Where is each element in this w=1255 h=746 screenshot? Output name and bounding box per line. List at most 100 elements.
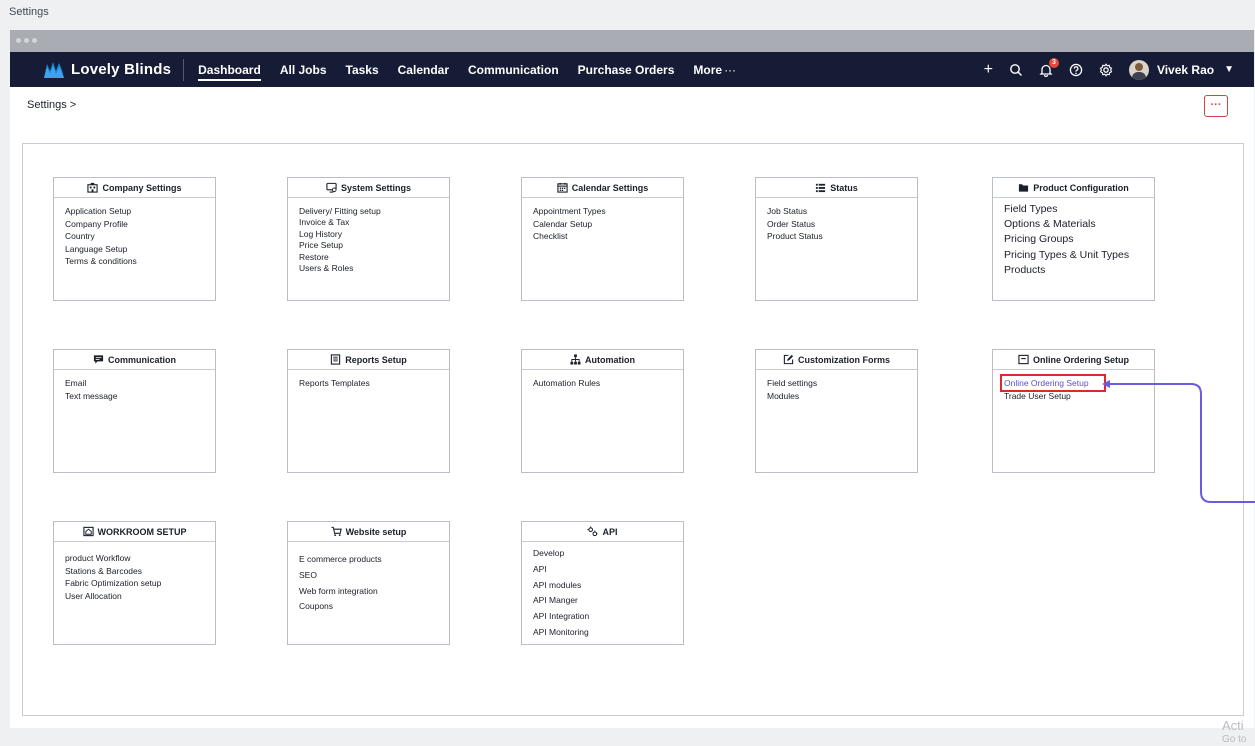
- link-calendar-setup[interactable]: Calendar Setup: [533, 218, 683, 231]
- building-icon: [87, 182, 99, 193]
- link-automation-rules[interactable]: Automation Rules: [533, 377, 683, 390]
- link-coupons[interactable]: Coupons: [299, 599, 449, 615]
- link-products[interactable]: Products: [1004, 263, 1154, 278]
- card-online-ordering-setup: Online Ordering Setup Online Ordering Se…: [992, 349, 1155, 473]
- link-checklist[interactable]: Checklist: [533, 230, 683, 243]
- card-reports-setup: Reports Setup Reports Templates: [287, 349, 450, 473]
- link-api-integration[interactable]: API Integration: [533, 609, 683, 625]
- link-product-workflow[interactable]: product Workflow: [65, 552, 215, 565]
- link-api-monitoring[interactable]: API Monitoring: [533, 625, 683, 641]
- card-title: Reports Setup: [345, 354, 407, 365]
- link-language-setup[interactable]: Language Setup: [65, 243, 215, 256]
- help-icon[interactable]: [1069, 63, 1083, 77]
- link-e-commerce-products[interactable]: E commerce products: [299, 552, 449, 568]
- nav-purchase-orders[interactable]: Purchase Orders: [578, 63, 675, 77]
- page-label: Settings: [9, 6, 49, 18]
- link-online-ordering-setup[interactable]: Online Ordering Setup: [1000, 374, 1154, 392]
- link-appointment-types[interactable]: Appointment Types: [533, 205, 683, 218]
- link-api[interactable]: API: [533, 562, 683, 578]
- add-icon[interactable]: +: [984, 61, 993, 79]
- nav-tasks[interactable]: Tasks: [346, 63, 379, 77]
- settings-gear-icon[interactable]: [1099, 62, 1113, 77]
- card-title: Status: [830, 182, 858, 193]
- more-dots-icon: ···: [724, 62, 737, 77]
- card-links: E commerce products SEO Web form integra…: [288, 542, 449, 615]
- nav-more[interactable]: More ···: [693, 63, 736, 77]
- watermark-line2: Go to: [1222, 734, 1247, 745]
- link-email[interactable]: Email: [65, 377, 215, 390]
- link-stations-barcodes[interactable]: Stations & Barcodes: [65, 565, 215, 578]
- link-log-history[interactable]: Log History: [299, 227, 449, 241]
- nav-all-jobs[interactable]: All Jobs: [280, 63, 327, 77]
- breadcrumb[interactable]: Settings >: [27, 99, 76, 111]
- window-dot[interactable]: [16, 38, 21, 43]
- link-job-status[interactable]: Job Status: [767, 205, 917, 218]
- settings-main: Company Settings Application Setup Compa…: [10, 124, 1254, 728]
- card-title: API: [602, 526, 618, 537]
- card-header: Customization Forms: [756, 350, 917, 370]
- nav-communication[interactable]: Communication: [468, 63, 559, 77]
- card-header: Communication: [54, 350, 215, 370]
- link-invoice-tax[interactable]: Invoice & Tax: [299, 217, 449, 227]
- link-application-setup[interactable]: Application Setup: [65, 205, 215, 218]
- link-options-materials[interactable]: Options & Materials: [1004, 217, 1154, 232]
- card-links: Field Types Options & Materials Pricing …: [993, 198, 1154, 278]
- card-header: WORKROOM SETUP: [54, 522, 215, 542]
- monitor-settings-icon: [326, 182, 337, 193]
- card-links: Field settings Modules: [756, 370, 917, 402]
- notification-bell-icon[interactable]: 3: [1039, 57, 1059, 77]
- link-users-roles[interactable]: Users & Roles: [299, 263, 449, 273]
- window-controls: [16, 38, 37, 43]
- link-product-status[interactable]: Product Status: [767, 230, 917, 243]
- link-price-setup[interactable]: Price Setup: [299, 240, 449, 250]
- link-country[interactable]: Country: [65, 230, 215, 243]
- breadcrumb-bar: Settings > ···: [10, 87, 1254, 125]
- link-web-form-integration[interactable]: Web form integration: [299, 584, 449, 600]
- link-fabric-optimization-setup[interactable]: Fabric Optimization setup: [65, 577, 215, 590]
- user-name: Vivek Rao: [1156, 62, 1215, 77]
- logo[interactable]: Lovely Blinds: [43, 61, 171, 79]
- card-links: Email Text message: [54, 370, 215, 402]
- card-header: Website setup: [288, 522, 449, 542]
- link-api-manger[interactable]: API Manger: [533, 593, 683, 609]
- link-seo[interactable]: SEO: [299, 568, 449, 584]
- link-delivery-fitting-setup[interactable]: Delivery/ Fitting setup: [299, 205, 449, 218]
- link-api-modules[interactable]: API modules: [533, 578, 683, 594]
- card-header: Automation: [522, 350, 683, 370]
- card-header: Product Configuration: [993, 178, 1154, 198]
- card-links: Reports Templates: [288, 370, 449, 390]
- link-field-settings[interactable]: Field settings: [767, 377, 917, 390]
- search-icon[interactable]: [1009, 63, 1023, 77]
- cart-icon: [331, 526, 342, 537]
- card-title: Communication: [107, 354, 176, 365]
- card-links: Online Ordering Setup Trade User Setup: [993, 370, 1154, 402]
- user-menu[interactable]: Vivek Rao ▼: [1128, 59, 1234, 80]
- link-field-types[interactable]: Field Types: [1004, 202, 1154, 217]
- nav-calendar[interactable]: Calendar: [398, 63, 449, 77]
- link-pricing-groups[interactable]: Pricing Groups: [1004, 232, 1154, 247]
- card-header: Status: [756, 178, 917, 198]
- window-dot[interactable]: [24, 38, 29, 43]
- blinds-logo-icon: [44, 61, 64, 78]
- card-customization-forms: Customization Forms Field settings Modul…: [755, 349, 918, 473]
- link-order-status[interactable]: Order Status: [767, 218, 917, 231]
- calendar-icon: [557, 182, 568, 193]
- window-dot[interactable]: [32, 38, 37, 43]
- card-title: Customization Forms: [797, 354, 890, 365]
- link-terms-conditions[interactable]: Terms & conditions: [65, 255, 215, 268]
- chevron-down-icon: ▼: [1224, 64, 1234, 75]
- link-reports-templates[interactable]: Reports Templates: [299, 377, 449, 390]
- link-text-message[interactable]: Text message: [65, 390, 215, 403]
- card-title: Calendar Settings: [571, 182, 649, 193]
- link-restore[interactable]: Restore: [299, 250, 449, 264]
- nav-more-label: More: [693, 62, 723, 77]
- link-user-allocation[interactable]: User Allocation: [65, 590, 215, 603]
- link-pricing-types-unit-types[interactable]: Pricing Types & Unit Types: [1004, 248, 1154, 263]
- link-company-profile[interactable]: Company Profile: [65, 218, 215, 231]
- link-modules[interactable]: Modules: [767, 390, 917, 403]
- link-develop[interactable]: Develop: [533, 546, 683, 562]
- card-links: Delivery/ Fitting setup Invoice & Tax Lo…: [288, 198, 449, 273]
- more-options-button[interactable]: ···: [1204, 95, 1228, 117]
- nav-dashboard[interactable]: Dashboard: [198, 63, 261, 81]
- card-company-settings: Company Settings Application Setup Compa…: [53, 177, 216, 301]
